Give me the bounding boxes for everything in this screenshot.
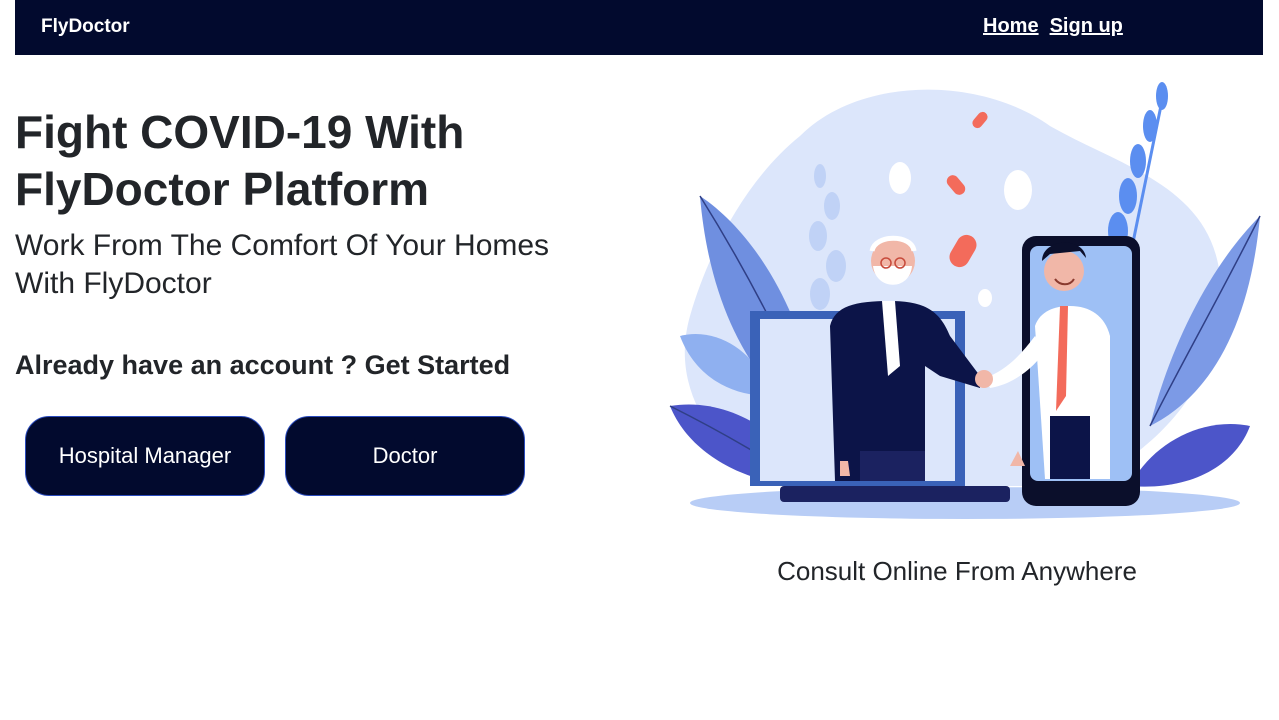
- get-started-text: Already have an account ? Get Started: [15, 350, 511, 380]
- hospital-manager-button[interactable]: Hospital Manager: [25, 416, 265, 496]
- hero-subtitle: Work From The Comfort Of Your Homes With…: [15, 229, 550, 300]
- hero-title: Fight COVID-19 With FlyDoctor Platform: [15, 106, 465, 215]
- brand-logo[interactable]: FlyDoctor: [41, 16, 130, 38]
- doctor-button[interactable]: Doctor: [285, 416, 525, 496]
- nav-home-link[interactable]: Home: [983, 15, 1039, 38]
- illustration-caption: Consult Online From Anywhere: [777, 556, 1137, 586]
- telemedicine-illustration: [669, 82, 1261, 519]
- nav-links: Home Sign up: [983, 15, 1123, 38]
- handshake-icon: [975, 370, 993, 388]
- navbar: FlyDoctor Home Sign up: [15, 0, 1263, 55]
- nav-signup-link[interactable]: Sign up: [1050, 15, 1123, 38]
